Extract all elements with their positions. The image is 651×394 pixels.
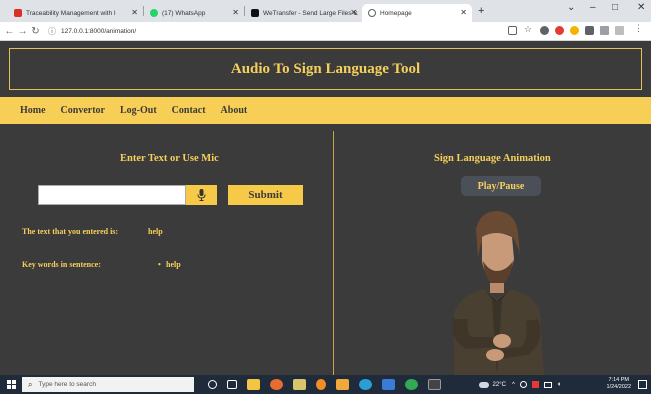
share-icon[interactable] bbox=[508, 26, 517, 35]
windows-taskbar: ⌕ Type here to search 22°C ^ ◖ 7:14 PM 1… bbox=[0, 375, 651, 394]
animation-section-title: Sign Language Animation bbox=[434, 153, 551, 164]
battery-icon[interactable] bbox=[543, 381, 552, 388]
chevron-up-icon[interactable]: ^ bbox=[512, 382, 515, 388]
clock-time: 7:14 PM bbox=[608, 377, 629, 383]
reload-icon[interactable]: ↻ bbox=[29, 26, 42, 37]
keyword-bullet: • bbox=[158, 260, 161, 269]
reading-list-icon[interactable] bbox=[600, 26, 609, 35]
close-icon[interactable]: ✕ bbox=[460, 8, 467, 17]
page-content: Audio To Sign Language Tool Home Convert… bbox=[0, 41, 651, 375]
browser-tab-bar: Traceability Management with I ✕ (17) Wh… bbox=[0, 0, 651, 22]
column-divider bbox=[333, 131, 334, 375]
play-pause-button[interactable]: Play/Pause bbox=[461, 176, 541, 196]
tab-traceability[interactable]: Traceability Management with I ✕ bbox=[8, 4, 143, 22]
nav-logout[interactable]: Log-Out bbox=[120, 105, 157, 116]
tab-label: Traceability Management with I bbox=[26, 9, 116, 17]
site-header: Audio To Sign Language Tool bbox=[9, 48, 642, 90]
nav-about[interactable]: About bbox=[221, 105, 248, 116]
tab-label: WeTransfer - Send Large Files & bbox=[263, 9, 358, 17]
minimize-button[interactable]: – bbox=[590, 2, 596, 13]
address-bar: ← → ↻ ⓘ 127.0.0.1:8000/animation/ bbox=[0, 22, 651, 41]
info-icon: ⓘ bbox=[48, 26, 56, 36]
clock[interactable]: 7:14 PM 1/24/2022 bbox=[607, 377, 631, 391]
store-icon[interactable] bbox=[293, 379, 306, 390]
url-field[interactable]: ⓘ 127.0.0.1:8000/animation/ bbox=[48, 24, 468, 38]
star-icon[interactable]: ☆ bbox=[524, 24, 533, 34]
tab-homepage[interactable]: Homepage ✕ bbox=[362, 4, 472, 22]
wetransfer-icon bbox=[251, 9, 259, 17]
extension-icon[interactable] bbox=[570, 26, 579, 35]
system-tray: 22°C ^ ◖ bbox=[478, 375, 561, 394]
adblock-icon[interactable] bbox=[555, 26, 564, 35]
close-window-button[interactable]: ✕ bbox=[637, 2, 645, 13]
notification-icon[interactable] bbox=[638, 380, 647, 389]
app-icon[interactable] bbox=[336, 379, 349, 390]
task-view-icon[interactable] bbox=[227, 380, 237, 389]
whatsapp-icon bbox=[150, 9, 158, 17]
windows-icon bbox=[6, 380, 16, 389]
download-icon[interactable] bbox=[615, 26, 624, 35]
nav-bar: Home Convertor Log-Out Contact About bbox=[0, 97, 651, 124]
extension-icon[interactable] bbox=[540, 26, 549, 35]
url-text: 127.0.0.1:8000/animation/ bbox=[61, 27, 137, 35]
tab-wetransfer[interactable]: WeTransfer - Send Large Files & ✕ bbox=[245, 4, 362, 22]
network-icon[interactable] bbox=[519, 381, 527, 388]
tab-label: (17) WhatsApp bbox=[162, 9, 206, 17]
puzzle-icon[interactable] bbox=[585, 26, 594, 35]
terminal-icon[interactable] bbox=[428, 379, 441, 390]
nav-contact[interactable]: Contact bbox=[172, 105, 206, 116]
nav-home[interactable]: Home bbox=[20, 105, 46, 116]
tab-label: Homepage bbox=[380, 9, 412, 17]
weather-icon bbox=[478, 381, 489, 388]
page-title: Audio To Sign Language Tool bbox=[230, 60, 421, 77]
forward-icon[interactable]: → bbox=[16, 26, 29, 37]
close-icon[interactable]: ✕ bbox=[350, 8, 357, 17]
sign-language-avatar bbox=[452, 211, 544, 375]
search-app-icon[interactable] bbox=[316, 379, 326, 390]
youtube-icon bbox=[14, 9, 22, 17]
new-tab-button[interactable]: + bbox=[478, 5, 484, 17]
close-icon[interactable]: ✕ bbox=[232, 8, 239, 17]
globe-icon bbox=[368, 9, 376, 17]
keywords-label: Key words in sentence: bbox=[22, 260, 101, 269]
vscode-icon[interactable] bbox=[382, 379, 395, 390]
nav-convertor[interactable]: Convertor bbox=[61, 105, 105, 116]
entered-text-value: help bbox=[148, 227, 163, 236]
keyword-item: help bbox=[166, 260, 181, 269]
start-button[interactable] bbox=[0, 380, 22, 389]
back-icon[interactable]: ← bbox=[3, 26, 16, 37]
clock-date: 1/24/2022 bbox=[606, 384, 631, 390]
input-section-title: Enter Text or Use Mic bbox=[120, 153, 219, 164]
microphone-icon bbox=[197, 189, 206, 201]
submit-button[interactable]: Submit bbox=[228, 185, 303, 205]
volume-icon[interactable]: ◖ bbox=[557, 381, 561, 388]
temperature[interactable]: 22°C bbox=[493, 382, 506, 388]
firefox-icon[interactable] bbox=[270, 379, 283, 390]
chrome-icon[interactable] bbox=[405, 379, 418, 390]
maximize-button[interactable]: □ bbox=[612, 2, 618, 13]
search-icon: ⌕ bbox=[28, 379, 33, 389]
mic-button[interactable] bbox=[186, 185, 217, 205]
antivirus-icon[interactable] bbox=[531, 381, 539, 388]
edge-icon[interactable] bbox=[359, 379, 372, 390]
text-input[interactable] bbox=[38, 185, 186, 205]
cortana-icon[interactable] bbox=[208, 380, 217, 389]
close-icon[interactable]: ✕ bbox=[131, 8, 138, 17]
taskbar-search[interactable]: ⌕ Type here to search bbox=[22, 377, 194, 392]
file-explorer-icon[interactable] bbox=[247, 379, 260, 390]
entered-text-label: The text that you entered is: bbox=[22, 227, 119, 236]
tab-whatsapp[interactable]: (17) WhatsApp ✕ bbox=[144, 4, 244, 22]
search-placeholder: Type here to search bbox=[38, 381, 96, 388]
tab-search-icon[interactable]: ⌄ bbox=[567, 2, 575, 13]
menu-icon[interactable]: ⋮ bbox=[634, 23, 643, 33]
